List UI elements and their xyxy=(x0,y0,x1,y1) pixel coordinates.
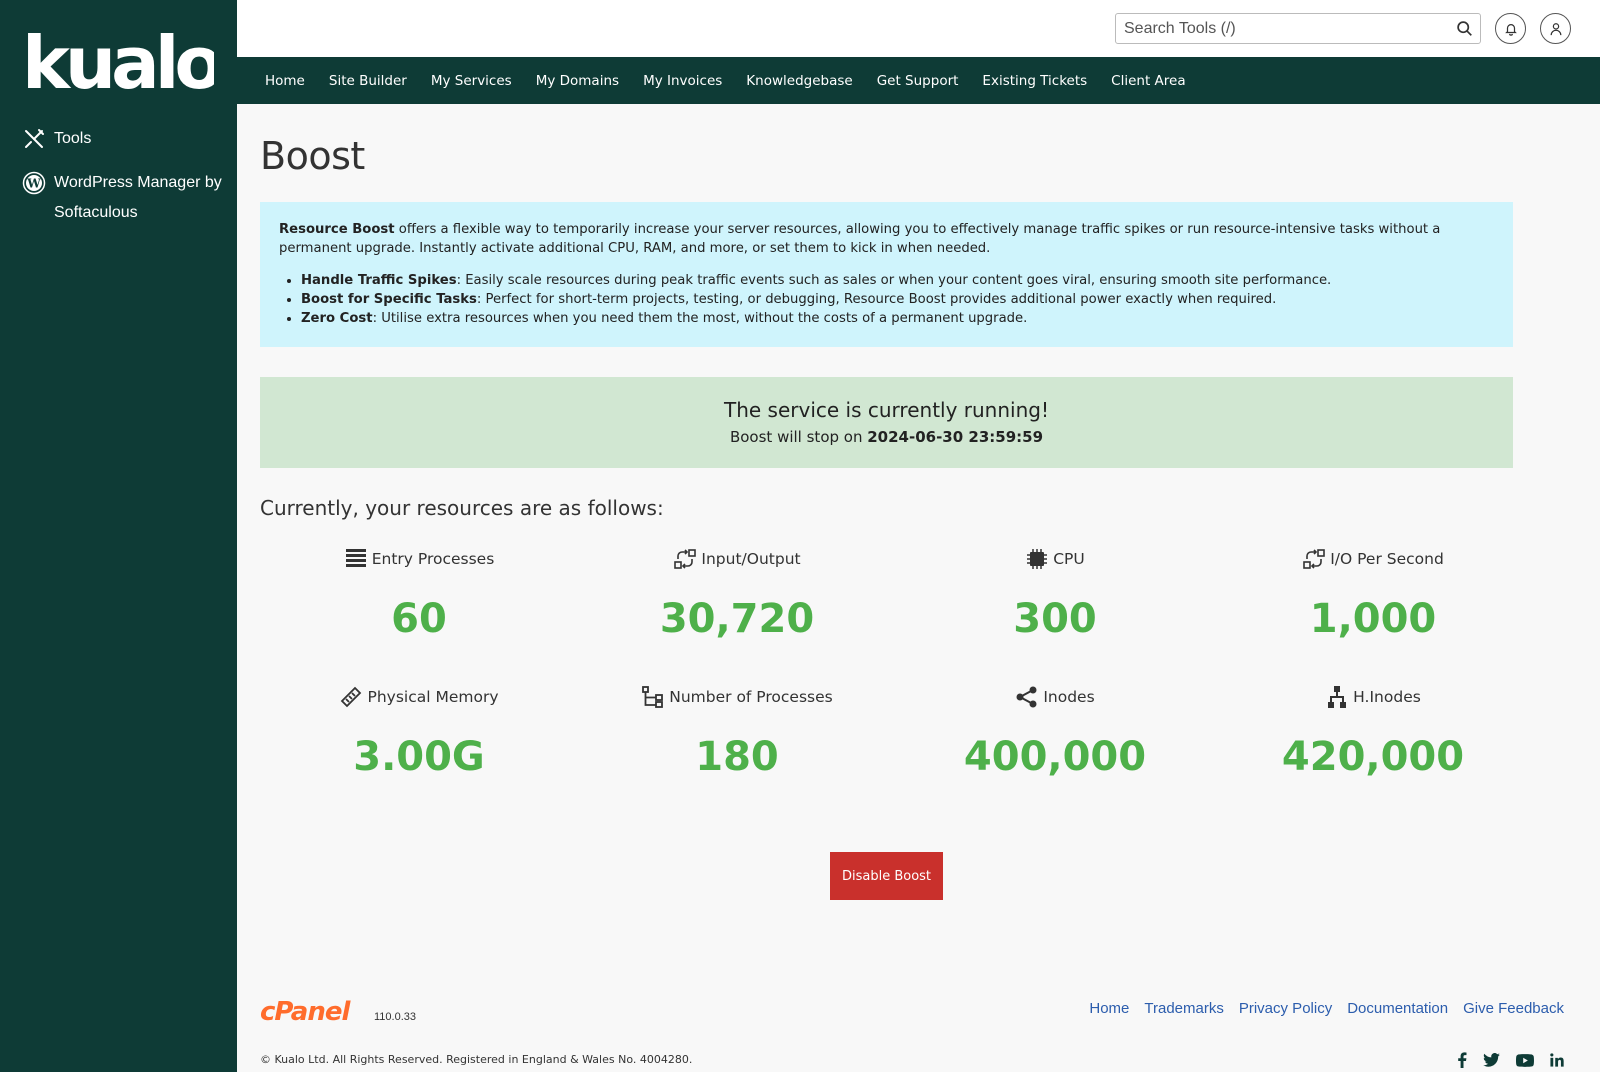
sidebar-item-wordpress-manager[interactable]: W WordPress Manager by Softaculous xyxy=(22,168,222,228)
topbar xyxy=(237,0,1600,57)
footer-link-give-feedback[interactable]: Give Feedback xyxy=(1463,1000,1564,1017)
footer-link-privacy-policy[interactable]: Privacy Policy xyxy=(1239,1000,1332,1017)
status-alert: The service is currently running! Boost … xyxy=(260,377,1513,468)
resources-title: Currently, your resources are as follows… xyxy=(260,496,664,520)
tools-icon xyxy=(25,129,44,148)
search-icon[interactable] xyxy=(1456,20,1473,37)
list-icon xyxy=(345,549,366,567)
io-icon xyxy=(674,549,697,569)
footer-link-trademarks[interactable]: Trademarks xyxy=(1144,1000,1223,1017)
list-item: Boost for Specific Tasks: Perfect for sh… xyxy=(301,290,1494,309)
sidebar: kualo Tools W WordPress Manager by Softa… xyxy=(0,0,237,1072)
resource-value: 1,000 xyxy=(1309,596,1437,642)
resource-value: 300 xyxy=(1013,596,1097,642)
nav-my-services[interactable]: My Services xyxy=(431,73,512,89)
nav-client-area[interactable]: Client Area xyxy=(1111,73,1185,89)
nav-get-support[interactable]: Get Support xyxy=(877,73,959,89)
sidebar-item-label: Tools xyxy=(54,130,92,147)
sitemap-icon xyxy=(1328,686,1347,708)
bell-icon xyxy=(1504,23,1517,36)
resource-cpu: CPU 300 xyxy=(896,544,1214,644)
search-box xyxy=(1115,13,1481,44)
svg-text:cPanel: cPanel xyxy=(260,997,351,1026)
resource-entry-processes: Entry Processes 60 xyxy=(260,544,578,644)
resource-value: 420,000 xyxy=(1281,734,1465,780)
resource-number-of-processes: Number of Processes 180 xyxy=(578,682,896,782)
resource-value: 30,720 xyxy=(659,596,815,642)
status-title: The service is currently running! xyxy=(724,398,1049,422)
wordpress-icon: W xyxy=(22,171,46,195)
resource-h-inodes: H.Inodes 420,000 xyxy=(1214,682,1532,782)
user-icon xyxy=(1550,22,1561,35)
svg-text:kualo: kualo xyxy=(22,30,214,94)
resource-physical-memory: Physical Memory 3.00G xyxy=(260,682,578,782)
cpanel-logo[interactable]: cPanel xyxy=(260,996,372,1026)
search-input[interactable] xyxy=(1116,14,1436,43)
sidebar-item-tools[interactable]: Tools xyxy=(22,124,91,154)
info-alert: Resource Boost offers a flexible way to … xyxy=(260,202,1513,347)
youtube-icon[interactable] xyxy=(1516,1052,1534,1068)
footer-links: Home Trademarks Privacy Policy Documenta… xyxy=(1074,1000,1564,1017)
iops-icon xyxy=(1303,549,1326,569)
footer-link-home[interactable]: Home xyxy=(1089,1000,1129,1017)
facebook-icon[interactable] xyxy=(1457,1052,1467,1068)
linkedin-icon[interactable] xyxy=(1550,1052,1564,1068)
nav-site-builder[interactable]: Site Builder xyxy=(329,73,407,89)
resource-iops: I/O Per Second 1,000 xyxy=(1214,544,1532,644)
cpanel-version: 110.0.33 xyxy=(374,1011,417,1023)
resource-value: 60 xyxy=(391,596,447,642)
list-item: Handle Traffic Spikes: Easily scale reso… xyxy=(301,271,1494,290)
resources-grid: Entry Processes 60 Input/Output 30,720 C… xyxy=(260,544,1513,782)
disable-boost-button[interactable]: Disable Boost xyxy=(830,852,943,900)
footer-brand: cPanel 110.0.33 xyxy=(260,996,416,1026)
page-title: Boost xyxy=(260,134,365,178)
footer-link-documentation[interactable]: Documentation xyxy=(1347,1000,1448,1017)
nav-my-domains[interactable]: My Domains xyxy=(536,73,619,89)
cpu-icon xyxy=(1027,549,1048,569)
user-menu-button[interactable] xyxy=(1540,13,1571,44)
share-icon xyxy=(1016,686,1037,708)
kualo-logo[interactable]: kualo xyxy=(22,30,214,94)
resource-value: 400,000 xyxy=(963,734,1147,780)
main-nav: Home Site Builder My Services My Domains… xyxy=(237,57,1600,104)
resource-input-output: Input/Output 30,720 xyxy=(578,544,896,644)
copyright: © Kualo Ltd. All Rights Reserved. Regist… xyxy=(260,1053,693,1066)
info-bullets: Handle Traffic Spikes: Easily scale reso… xyxy=(279,271,1494,328)
resource-value: 3.00G xyxy=(353,734,485,780)
nav-home[interactable]: Home xyxy=(265,73,305,89)
svg-text:W: W xyxy=(26,177,41,191)
nav-my-invoices[interactable]: My Invoices xyxy=(643,73,722,89)
stop-time: 2024-06-30 23:59:59 xyxy=(867,428,1044,446)
resource-inodes: Inodes 400,000 xyxy=(896,682,1214,782)
twitter-icon[interactable] xyxy=(1483,1052,1500,1068)
list-item: Zero Cost: Utilise extra resources when … xyxy=(301,309,1494,328)
social-links xyxy=(1441,1052,1564,1068)
nav-knowledgebase[interactable]: Knowledgebase xyxy=(746,73,852,89)
resource-value: 180 xyxy=(695,734,779,780)
status-subtitle: Boost will stop on 2024-06-30 23:59:59 xyxy=(729,428,1044,446)
info-lead: Resource Boost offers a flexible way to … xyxy=(279,222,1441,256)
memory-icon xyxy=(341,686,362,708)
notifications-button[interactable] xyxy=(1495,13,1526,44)
nav-existing-tickets[interactable]: Existing Tickets xyxy=(982,73,1087,89)
process-tree-icon xyxy=(642,686,664,708)
sidebar-item-label: WordPress Manager by Softaculous xyxy=(54,174,222,221)
